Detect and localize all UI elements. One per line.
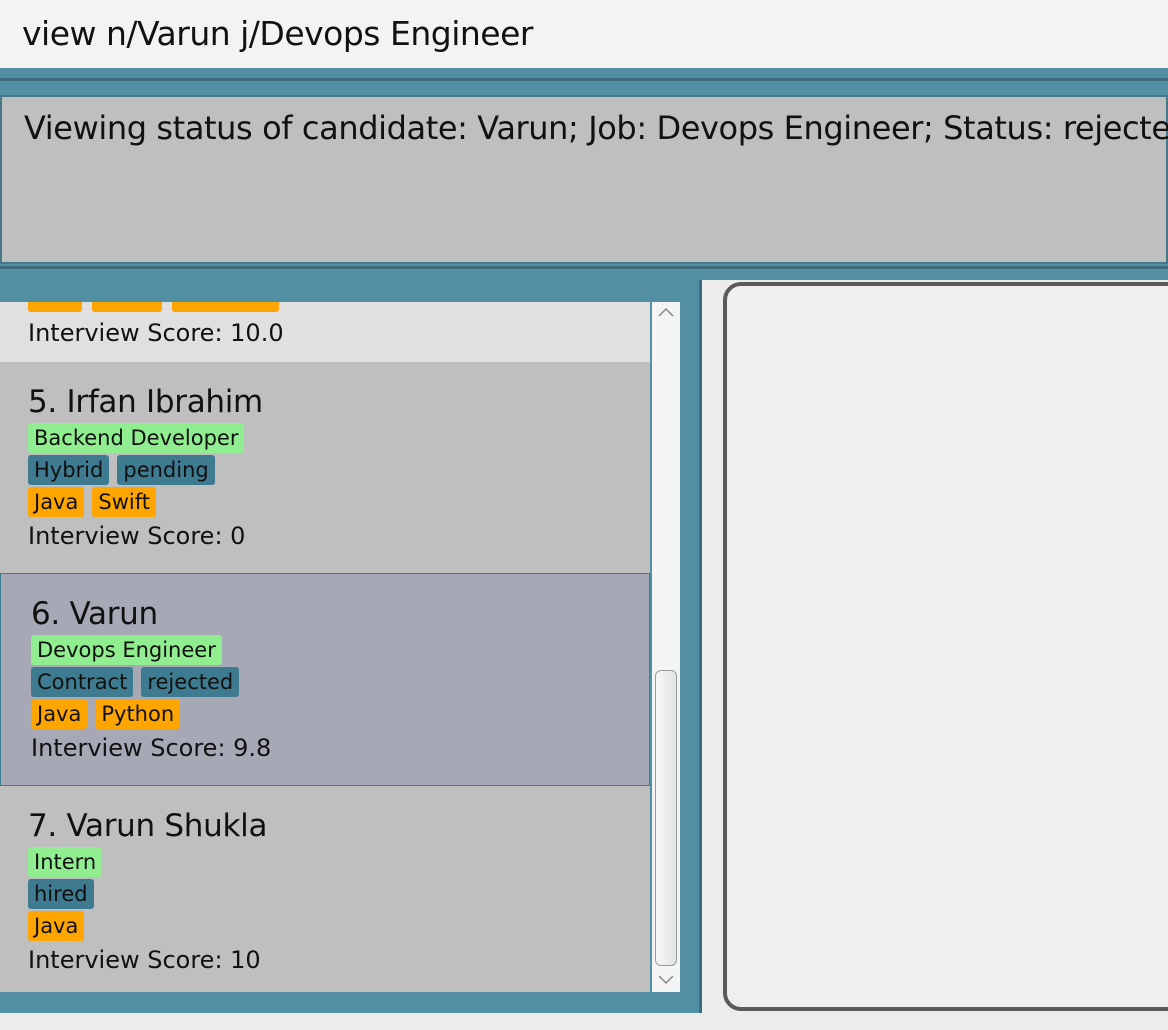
skill-tag [92, 302, 162, 312]
list-scrollbar[interactable] [652, 302, 680, 992]
skill-tag-row: Java [28, 911, 85, 941]
candidate-list[interactable]: Interview Score: 10.0 5. Irfan Ibrahim B… [0, 302, 650, 992]
skill-tag: Java [28, 911, 85, 941]
chevron-down-icon[interactable] [656, 972, 676, 990]
detail-card [723, 282, 1168, 1011]
partial-tag-row [28, 302, 279, 312]
result-display: Viewing status of candidate: Varun; Job:… [0, 95, 1168, 264]
status-tag-row: Contract rejected [31, 667, 240, 697]
skill-tag: Java [28, 487, 85, 517]
candidate-name: 7. Varun Shukla [28, 808, 268, 844]
skill-tag [28, 302, 82, 312]
result-frame-top [0, 81, 1168, 95]
status-tag: Contract [31, 667, 134, 697]
skill-tag-row: Java Python [31, 699, 181, 729]
list-item[interactable]: 5. Irfan Ibrahim Backend Developer Hybri… [0, 362, 650, 574]
interview-score: Interview Score: 9.8 [31, 734, 272, 762]
result-message: Viewing status of candidate: Varun; Job:… [24, 109, 1168, 147]
status-tag-row: hired [28, 879, 94, 909]
list-item-selected[interactable]: 6. Varun Devops Engineer Contract reject… [0, 573, 650, 786]
status-tag: pending [117, 455, 215, 485]
job-tag: Intern [28, 847, 103, 877]
skill-tag: Java [31, 699, 88, 729]
list-item[interactable]: 7. Varun Shukla Intern hired Java Interv… [0, 786, 650, 992]
scroll-thumb[interactable] [655, 670, 677, 966]
status-tag: Hybrid [28, 455, 110, 485]
skill-tag-row: Java Swift [28, 487, 156, 517]
status-tag: rejected [141, 667, 240, 697]
interview-score: Interview Score: 10 [28, 946, 261, 974]
job-tag-row: Backend Developer [28, 423, 245, 453]
detail-panel [704, 280, 1168, 1015]
skill-tag: Swift [92, 487, 156, 517]
job-tag-row: Devops Engineer [31, 635, 222, 665]
job-tag: Backend Developer [28, 423, 245, 453]
command-box[interactable]: view n/Varun j/Devops Engineer [0, 0, 1168, 68]
job-tag-row: Intern [28, 847, 103, 877]
job-tag: Devops Engineer [31, 635, 222, 665]
interview-score: Interview Score: 10.0 [28, 319, 284, 347]
skill-tag [172, 302, 279, 312]
status-tag-row: Hybrid pending [28, 455, 215, 485]
candidate-name: 5. Irfan Ibrahim [28, 384, 263, 420]
status-bar [0, 1014, 1168, 1030]
status-tag: hired [28, 879, 94, 909]
command-input[interactable]: view n/Varun j/Devops Engineer [22, 14, 533, 53]
list-item[interactable]: Interview Score: 10.0 [0, 302, 650, 362]
divider-line-2 [0, 266, 1168, 269]
skill-tag: Python [95, 699, 181, 729]
interview-score: Interview Score: 0 [28, 522, 246, 550]
chevron-up-icon[interactable] [656, 304, 676, 322]
candidate-name: 6. Varun [31, 596, 158, 632]
